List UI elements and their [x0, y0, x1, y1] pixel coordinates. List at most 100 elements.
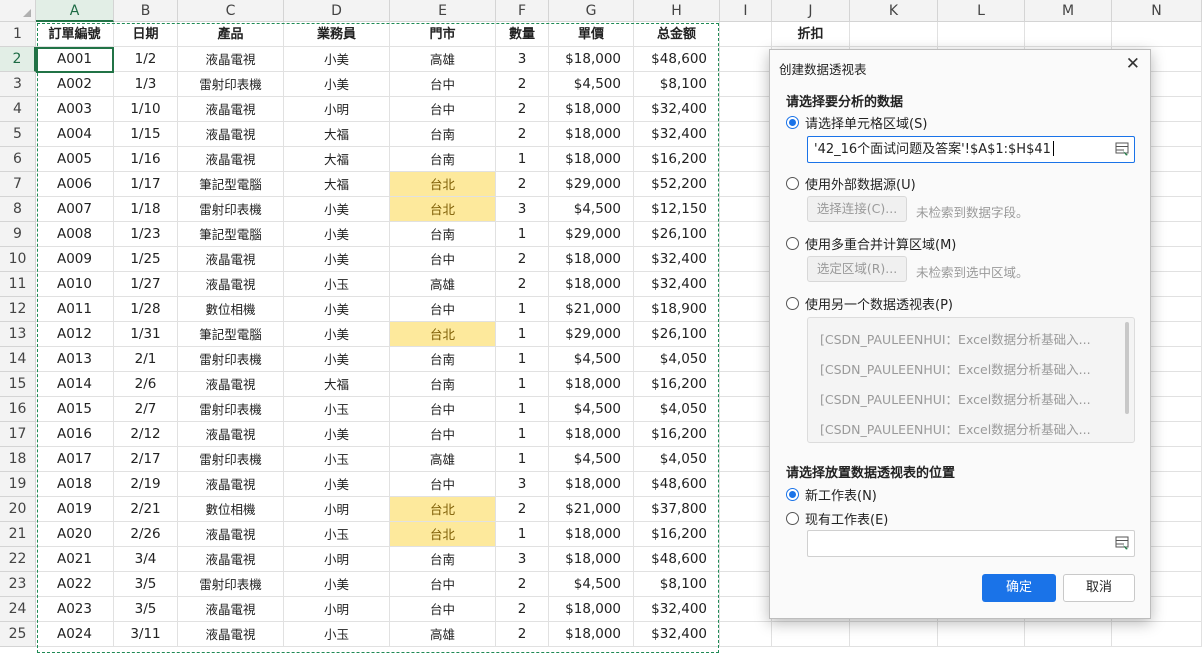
cell[interactable]: 台中 [390, 297, 496, 322]
cell[interactable]: 1 [496, 447, 549, 472]
cell[interactable]: $16,200 [634, 422, 720, 447]
cell[interactable]: 小美 [284, 247, 390, 272]
cell[interactable] [1025, 622, 1112, 647]
cell[interactable]: 2 [496, 122, 549, 147]
cell[interactable]: $18,000 [549, 522, 634, 547]
cell[interactable]: 1 [496, 372, 549, 397]
cell[interactable]: 小明 [284, 597, 390, 622]
cell[interactable]: $32,400 [634, 247, 720, 272]
cell[interactable]: 台中 [390, 597, 496, 622]
cell[interactable] [720, 247, 772, 272]
range-input[interactable]: '42_16个面试问题及答案'!$A$1:$H$41 [807, 136, 1135, 163]
cell[interactable]: 1/18 [114, 197, 178, 222]
cell[interactable] [720, 122, 772, 147]
cell[interactable]: 小明 [284, 547, 390, 572]
cell[interactable] [720, 347, 772, 372]
cell[interactable]: 小美 [284, 422, 390, 447]
cell[interactable]: A004 [36, 122, 114, 147]
column-header[interactable]: B [114, 0, 178, 22]
cell[interactable]: 液晶電視 [178, 547, 284, 572]
cell[interactable]: 1 [496, 147, 549, 172]
cancel-button[interactable]: 取消 [1063, 574, 1135, 602]
row-header[interactable]: 24 [0, 597, 36, 622]
cell[interactable]: 1/16 [114, 147, 178, 172]
cell[interactable]: $4,050 [634, 347, 720, 372]
cell[interactable]: 液晶電視 [178, 622, 284, 647]
cell[interactable] [720, 372, 772, 397]
cell[interactable]: 2 [496, 172, 549, 197]
column-header[interactable]: F [496, 0, 549, 22]
cell[interactable]: $4,050 [634, 447, 720, 472]
cell[interactable]: A009 [36, 247, 114, 272]
cell[interactable]: A015 [36, 397, 114, 422]
cell[interactable]: A012 [36, 322, 114, 347]
list-scrollbar[interactable] [1125, 322, 1129, 414]
cell[interactable]: $4,500 [549, 572, 634, 597]
cell[interactable]: 雷射印表機 [178, 347, 284, 372]
cell[interactable]: 高雄 [390, 447, 496, 472]
cell[interactable]: 台中 [390, 397, 496, 422]
cell[interactable]: A007 [36, 197, 114, 222]
cell[interactable]: 台南 [390, 347, 496, 372]
cell[interactable]: 小玉 [284, 622, 390, 647]
cell[interactable]: 台南 [390, 547, 496, 572]
cell[interactable]: 液晶電視 [178, 472, 284, 497]
cell[interactable]: 小玉 [284, 522, 390, 547]
cell[interactable]: 筆記型電腦 [178, 322, 284, 347]
cell[interactable]: 液晶電視 [178, 372, 284, 397]
cell[interactable]: $4,500 [549, 197, 634, 222]
radio-existing-sheet[interactable]: 现有工作表(E) [786, 509, 888, 528]
column-header[interactable]: D [284, 0, 390, 22]
cell[interactable]: 液晶電視 [178, 272, 284, 297]
cell[interactable] [720, 147, 772, 172]
list-item[interactable]: [CSDN_PAULEENHUI：Excel数据分析基础入... [820, 419, 1091, 438]
cell[interactable]: 2 [496, 97, 549, 122]
cell[interactable]: $18,000 [549, 147, 634, 172]
cell[interactable]: A003 [36, 97, 114, 122]
cell[interactable] [720, 597, 772, 622]
row-header[interactable]: 11 [0, 272, 36, 297]
cell[interactable]: 2 [496, 622, 549, 647]
cell[interactable] [1112, 22, 1202, 47]
cell[interactable]: 1 [496, 397, 549, 422]
cell[interactable]: 2 [496, 272, 549, 297]
cell[interactable]: A006 [36, 172, 114, 197]
location-input[interactable] [807, 530, 1135, 557]
cell[interactable]: 台中 [390, 247, 496, 272]
cell[interactable]: 3/4 [114, 547, 178, 572]
cell[interactable]: 雷射印表機 [178, 572, 284, 597]
cell[interactable]: $12,150 [634, 197, 720, 222]
cell[interactable] [720, 222, 772, 247]
row-header[interactable]: 6 [0, 147, 36, 172]
select-area-button[interactable]: 选定区域(R)... [807, 256, 907, 282]
cell[interactable] [772, 622, 850, 647]
cell[interactable]: A021 [36, 547, 114, 572]
cell[interactable]: 2/1 [114, 347, 178, 372]
select-all-corner[interactable] [0, 0, 36, 22]
cell[interactable]: $18,000 [549, 472, 634, 497]
cell[interactable]: 大福 [284, 147, 390, 172]
column-header[interactable]: N [1112, 0, 1202, 22]
cell[interactable]: A016 [36, 422, 114, 447]
row-header[interactable]: 22 [0, 547, 36, 572]
cell[interactable] [720, 622, 772, 647]
cell[interactable]: A002 [36, 72, 114, 97]
cell[interactable] [720, 97, 772, 122]
radio-multiple-ranges[interactable]: 使用多重合并计算区域(M) [786, 234, 956, 253]
row-header[interactable]: 23 [0, 572, 36, 597]
cell[interactable]: A001 [36, 47, 114, 72]
row-header[interactable]: 5 [0, 122, 36, 147]
cell[interactable] [720, 47, 772, 72]
row-header[interactable]: 16 [0, 397, 36, 422]
cell[interactable]: 3/5 [114, 572, 178, 597]
row-header[interactable]: 2 [0, 47, 36, 72]
cell[interactable]: 1 [496, 297, 549, 322]
cell[interactable]: 1/2 [114, 47, 178, 72]
cell[interactable]: 1/10 [114, 97, 178, 122]
column-header[interactable]: J [772, 0, 850, 22]
cell[interactable]: 1/27 [114, 272, 178, 297]
row-header[interactable]: 10 [0, 247, 36, 272]
cell[interactable]: 3/5 [114, 597, 178, 622]
cell[interactable]: 1/17 [114, 172, 178, 197]
cell[interactable] [720, 72, 772, 97]
